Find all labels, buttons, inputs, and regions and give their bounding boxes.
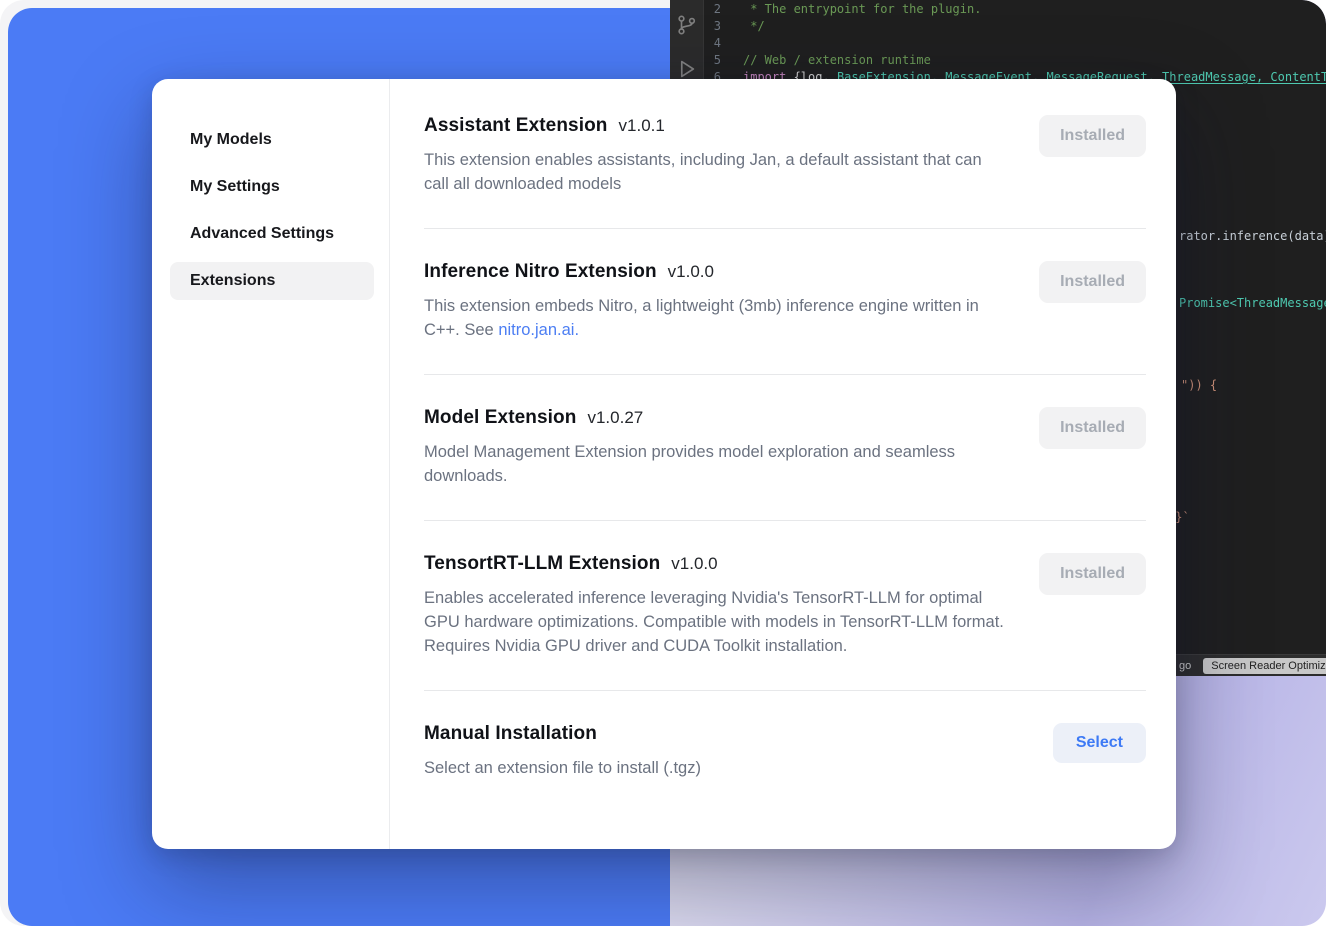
line-number: 2 bbox=[705, 1, 743, 18]
manual-installation-info: Manual Installation Select an extension … bbox=[424, 723, 1009, 780]
extension-title: TensortRT-LLM Extension bbox=[424, 553, 660, 575]
line-number: 5 bbox=[705, 52, 743, 69]
extension-info: Model Extension v1.0.27 Model Management… bbox=[424, 407, 1009, 488]
extension-version: v1.0.0 bbox=[671, 554, 717, 574]
code-line: 3 */ bbox=[705, 18, 1326, 35]
extension-row-assistant: Assistant Extension v1.0.1 This extensio… bbox=[424, 113, 1146, 228]
extension-version: v1.0.27 bbox=[587, 408, 643, 428]
extension-heading: Assistant Extension v1.0.1 bbox=[424, 115, 1009, 137]
code-line: 4 bbox=[705, 35, 1326, 52]
code-fragment: rator.inference(data)); bbox=[1179, 229, 1326, 243]
code-text: * The entrypoint for the plugin. bbox=[743, 1, 981, 18]
extension-row-model: Model Extension v1.0.27 Model Management… bbox=[424, 374, 1146, 520]
screen-reader-badge[interactable]: Screen Reader Optimized bbox=[1203, 658, 1326, 674]
code-line: 2 * The entrypoint for the plugin. bbox=[705, 1, 1326, 18]
settings-modal: My Models My Settings Advanced Settings … bbox=[152, 79, 1176, 849]
extension-info: TensortRT-LLM Extension v1.0.0 Enables a… bbox=[424, 553, 1009, 658]
nitro-jan-ai-link[interactable]: nitro.jan.ai. bbox=[498, 321, 579, 339]
installed-button: Installed bbox=[1039, 553, 1146, 595]
sidebar-item-my-models[interactable]: My Models bbox=[170, 121, 374, 159]
line-number: 3 bbox=[705, 18, 743, 35]
line-number: 4 bbox=[705, 35, 743, 52]
extension-heading: Model Extension v1.0.27 bbox=[424, 407, 1009, 429]
extension-description: This extension embeds Nitro, a lightweig… bbox=[424, 294, 1009, 342]
manual-installation-title: Manual Installation bbox=[424, 723, 597, 745]
extension-description: Model Management Extension provides mode… bbox=[424, 440, 1009, 488]
extension-title: Model Extension bbox=[424, 407, 576, 429]
code-fragment: ")) { bbox=[1181, 378, 1217, 392]
installed-button: Installed bbox=[1039, 115, 1146, 157]
installed-button: Installed bbox=[1039, 407, 1146, 449]
extension-info: Inference Nitro Extension v1.0.0 This ex… bbox=[424, 261, 1009, 342]
installed-button: Installed bbox=[1039, 261, 1146, 303]
extension-description: This extension enables assistants, inclu… bbox=[424, 148, 1009, 196]
source-control-icon[interactable] bbox=[676, 14, 698, 36]
extension-row-nitro: Inference Nitro Extension v1.0.0 This ex… bbox=[424, 228, 1146, 374]
code-text: */ bbox=[743, 18, 765, 35]
code-line: 5 // Web / extension runtime bbox=[705, 52, 1326, 69]
extension-heading: Inference Nitro Extension v1.0.0 bbox=[424, 261, 1009, 283]
extension-version: v1.0.1 bbox=[619, 116, 665, 136]
sidebar-item-advanced-settings[interactable]: Advanced Settings bbox=[170, 215, 374, 253]
manual-installation-heading: Manual Installation bbox=[424, 723, 1009, 745]
manual-installation-description: Select an extension file to install (.tg… bbox=[424, 756, 1009, 780]
select-file-button[interactable]: Select bbox=[1053, 723, 1146, 763]
settings-sidebar: My Models My Settings Advanced Settings … bbox=[152, 79, 390, 849]
sidebar-item-my-settings[interactable]: My Settings bbox=[170, 168, 374, 206]
desktop-background: 2 * The entrypoint for the plugin. 3 */ … bbox=[0, 0, 1326, 926]
code-text: // Web / extension runtime bbox=[743, 52, 931, 69]
code-fragment: Promise<ThreadMessage> bbox=[1179, 296, 1326, 310]
sidebar-item-extensions[interactable]: Extensions bbox=[170, 262, 374, 300]
extension-title: Assistant Extension bbox=[424, 115, 608, 137]
extension-row-tensorrt: TensortRT-LLM Extension v1.0.0 Enables a… bbox=[424, 520, 1146, 690]
extensions-panel: Assistant Extension v1.0.1 This extensio… bbox=[390, 79, 1176, 849]
status-bar-item[interactable]: go bbox=[1179, 660, 1191, 672]
extension-info: Assistant Extension v1.0.1 This extensio… bbox=[424, 115, 1009, 196]
extension-heading: TensortRT-LLM Extension v1.0.0 bbox=[424, 553, 1009, 575]
extension-description: Enables accelerated inference leveraging… bbox=[424, 586, 1009, 658]
run-debug-icon[interactable] bbox=[676, 58, 698, 80]
extension-title: Inference Nitro Extension bbox=[424, 261, 657, 283]
manual-installation-row: Manual Installation Select an extension … bbox=[424, 690, 1146, 812]
extension-version: v1.0.0 bbox=[668, 262, 714, 282]
